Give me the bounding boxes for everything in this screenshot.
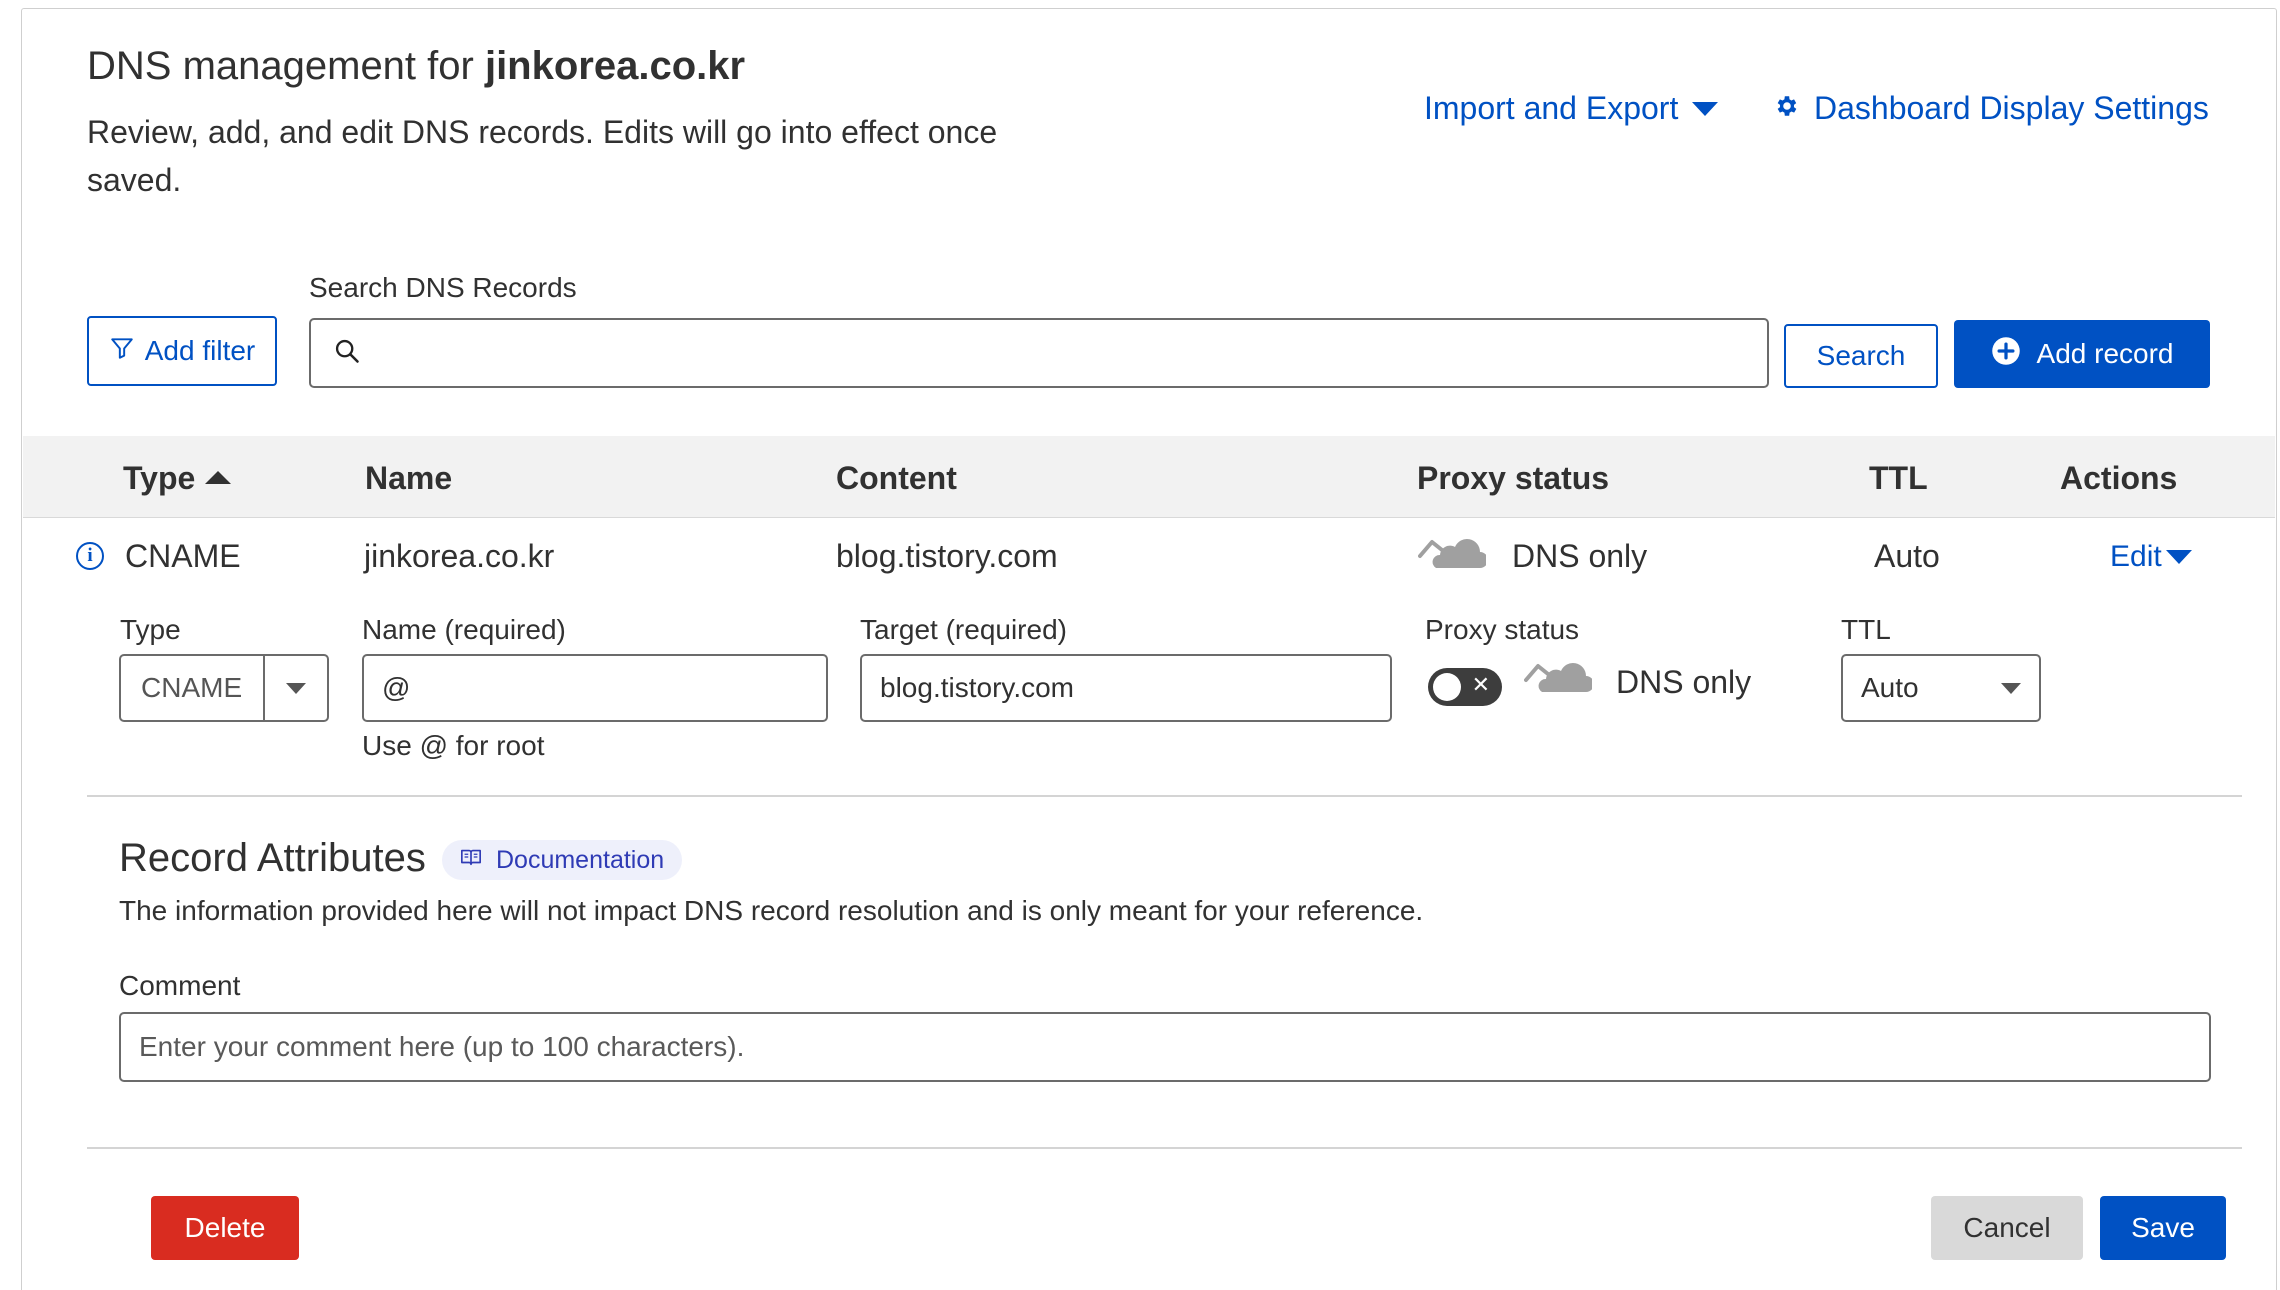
cloud-dns-only-icon: [1524, 654, 1594, 701]
add-filter-label: Add filter: [144, 335, 256, 366]
edit-label: Edit: [2110, 540, 2162, 573]
record-attributes-description: The information provided here will not i…: [119, 895, 1424, 926]
search-button[interactable]: Search: [1784, 324, 1938, 388]
page-title: DNS management for jinkorea.co.kr: [87, 44, 745, 89]
type-select-arrow[interactable]: [263, 656, 327, 720]
chevron-down-icon: [1692, 101, 1719, 116]
column-header-proxy-status: Proxy status: [1417, 460, 1610, 496]
search-label: Search DNS Records: [309, 272, 577, 303]
column-header-ttl: TTL: [1869, 460, 1928, 496]
target-field[interactable]: [880, 672, 1372, 704]
dashboard-display-settings-label: Dashboard Display Settings: [1814, 90, 2209, 126]
search-input[interactable]: [375, 320, 1767, 386]
ttl-select[interactable]: Auto: [1841, 654, 2041, 722]
filter-icon: [109, 335, 135, 368]
import-export-menu[interactable]: Import and Export: [1424, 90, 1719, 127]
book-icon: [460, 846, 482, 875]
sort-ascending-icon: [205, 471, 232, 485]
record-content: blog.tistory.com: [836, 538, 1058, 574]
type-field-label: Type: [120, 614, 181, 645]
divider: [87, 1147, 2242, 1149]
record-type: CNAME: [125, 538, 241, 574]
chevron-down-icon: [286, 682, 306, 694]
target-field-box[interactable]: [860, 654, 1392, 722]
type-select[interactable]: CNAME: [119, 654, 329, 722]
record-name: jinkorea.co.kr: [364, 538, 555, 574]
proxy-status-toggle[interactable]: ✕: [1428, 668, 1502, 706]
column-header-type[interactable]: Type: [123, 460, 232, 497]
column-header-name: Name: [365, 460, 453, 496]
proxy-status-value: DNS only: [1616, 664, 1752, 700]
chevron-down-icon: [2001, 682, 2021, 694]
search-input-box[interactable]: [309, 318, 1769, 388]
record-ttl: Auto: [1874, 538, 1940, 574]
chevron-down-icon: [2165, 550, 2192, 564]
cloud-dns-only-icon: [1418, 530, 1488, 577]
ttl-select-value: Auto: [1861, 672, 1919, 703]
table-header: Type Name Content Proxy status TTL Actio…: [23, 436, 2275, 518]
import-export-label: Import and Export: [1424, 90, 1679, 126]
proxy-status-field-label: Proxy status: [1425, 614, 1580, 645]
search-icon: [333, 337, 361, 370]
add-filter-button[interactable]: Add filter: [87, 316, 277, 386]
comment-label: Comment: [119, 970, 241, 1001]
toggle-knob: [1433, 673, 1461, 701]
target-field-label: Target (required): [860, 614, 1067, 645]
page-title-prefix: DNS management for: [87, 44, 485, 88]
column-header-actions: Actions: [2060, 460, 2178, 496]
ttl-field-label: TTL: [1841, 614, 1891, 645]
column-header-type-label: Type: [123, 460, 196, 496]
delete-button[interactable]: Delete: [151, 1196, 299, 1260]
column-header-content: Content: [836, 460, 957, 496]
comment-field[interactable]: [139, 1031, 2191, 1063]
name-field-box[interactable]: [362, 654, 828, 722]
name-field-hint: Use @ for root: [362, 730, 545, 761]
page-subtitle: Review, add, and edit DNS records. Edits…: [87, 114, 998, 198]
plus-circle-icon: [1991, 336, 2021, 373]
documentation-link[interactable]: Documentation: [442, 840, 683, 880]
close-icon: ✕: [1471, 672, 1490, 697]
add-record-button[interactable]: Add record: [1954, 320, 2210, 388]
comment-field-box[interactable]: [119, 1012, 2211, 1082]
save-button[interactable]: Save: [2100, 1196, 2226, 1260]
record-attributes-title: Record Attributes: [119, 836, 426, 880]
edit-record-toggle[interactable]: Edit: [2110, 540, 2192, 574]
add-record-label: Add record: [2036, 338, 2174, 369]
page-title-domain: jinkorea.co.kr: [484, 44, 746, 88]
divider: [87, 795, 2242, 797]
cancel-button[interactable]: Cancel: [1931, 1196, 2083, 1260]
documentation-label: Documentation: [496, 845, 665, 874]
name-field[interactable]: [382, 672, 808, 704]
gear-icon: [1774, 90, 1800, 127]
type-select-value: CNAME: [141, 672, 243, 703]
dashboard-display-settings-link[interactable]: Dashboard Display Settings: [1774, 90, 2209, 127]
info-icon[interactable]: i: [76, 542, 104, 570]
name-field-label: Name (required): [362, 614, 566, 645]
record-proxy-status: DNS only: [1512, 538, 1648, 574]
